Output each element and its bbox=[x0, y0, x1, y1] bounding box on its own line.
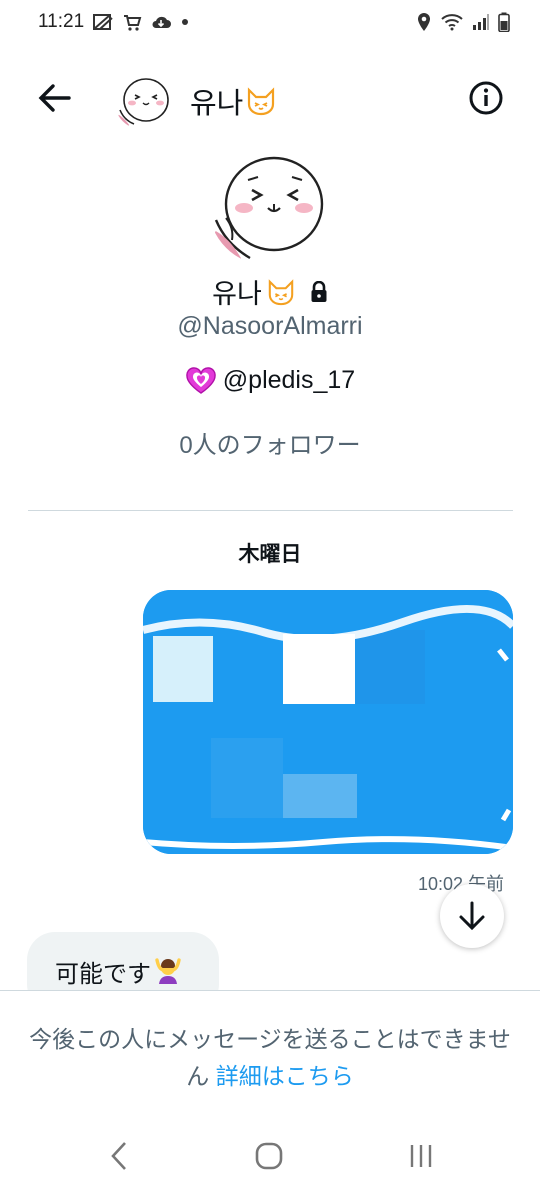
status-bar-left: 11:21 bbox=[38, 11, 190, 33]
cloud-icon bbox=[150, 13, 172, 31]
notice-text-block: 今後この人にメッセージを送ることはできません 詳細はこちら bbox=[24, 1021, 516, 1095]
dm-conversation-screen: 11:21 유나 유나 @NasoorAlmarri @pledis_17 0人… bbox=[0, 0, 540, 1200]
shopping-cart-icon bbox=[122, 12, 142, 32]
dot-icon bbox=[180, 17, 190, 27]
messaging-restricted-notice: 今後この人にメッセージを送ることはできません 詳細はこちら bbox=[0, 990, 540, 1111]
nav-back-button[interactable] bbox=[89, 1136, 149, 1176]
lock-icon bbox=[310, 280, 328, 303]
wifi-icon bbox=[440, 13, 464, 31]
section-divider bbox=[28, 510, 513, 511]
profile-name-text: 유나 bbox=[212, 279, 262, 309]
info-icon bbox=[469, 81, 503, 115]
profile-handle[interactable]: @NasoorAlmarri bbox=[0, 312, 540, 341]
status-bar: 11:21 bbox=[0, 0, 540, 44]
nav-home-button[interactable] bbox=[239, 1136, 299, 1176]
arrow-left-icon bbox=[38, 84, 71, 112]
heart-icon bbox=[185, 366, 217, 395]
muted-cellular-icon bbox=[92, 12, 114, 32]
header-avatar[interactable] bbox=[114, 70, 174, 130]
profile-bio: @pledis_17 bbox=[0, 366, 540, 395]
redacted-image bbox=[143, 590, 513, 854]
chevron-left-icon bbox=[111, 1142, 126, 1170]
sent-media-message[interactable] bbox=[143, 590, 513, 854]
header-name-text: 유나 bbox=[190, 88, 244, 120]
bio-mention-link[interactable]: @pledis_17 bbox=[223, 366, 355, 395]
status-bar-right bbox=[416, 12, 510, 32]
home-square-icon bbox=[255, 1142, 283, 1170]
learn-more-link[interactable]: 詳細はこちら bbox=[216, 1063, 354, 1089]
arrow-down-icon bbox=[459, 901, 485, 931]
ok-gesture-emoji-icon bbox=[153, 954, 183, 984]
profile-avatar-image bbox=[208, 142, 332, 266]
cat-emoji-icon bbox=[245, 86, 277, 116]
day-separator-label: 木曜日 bbox=[238, 543, 302, 566]
received-message-text: 可能です bbox=[55, 961, 151, 988]
location-icon bbox=[416, 12, 432, 32]
conversation-info-button[interactable] bbox=[466, 78, 506, 118]
avatar-image bbox=[114, 70, 174, 130]
recents-icon bbox=[410, 1145, 432, 1167]
followers-count[interactable]: 0人のフォロワー bbox=[0, 425, 540, 460]
signal-icon bbox=[472, 13, 490, 31]
header-title: 유나 bbox=[190, 80, 277, 122]
profile-avatar[interactable] bbox=[208, 142, 332, 266]
battery-icon bbox=[498, 12, 510, 32]
profile-name: 유나 bbox=[0, 272, 540, 311]
status-time: 11:21 bbox=[38, 11, 85, 32]
system-navigation-bar bbox=[0, 1110, 540, 1200]
cat-emoji-icon bbox=[266, 278, 296, 306]
conversation-header: 유나 bbox=[0, 60, 540, 136]
scroll-to-bottom-button[interactable] bbox=[440, 884, 504, 948]
back-button[interactable] bbox=[34, 78, 74, 118]
nav-recents-button[interactable] bbox=[391, 1136, 451, 1176]
